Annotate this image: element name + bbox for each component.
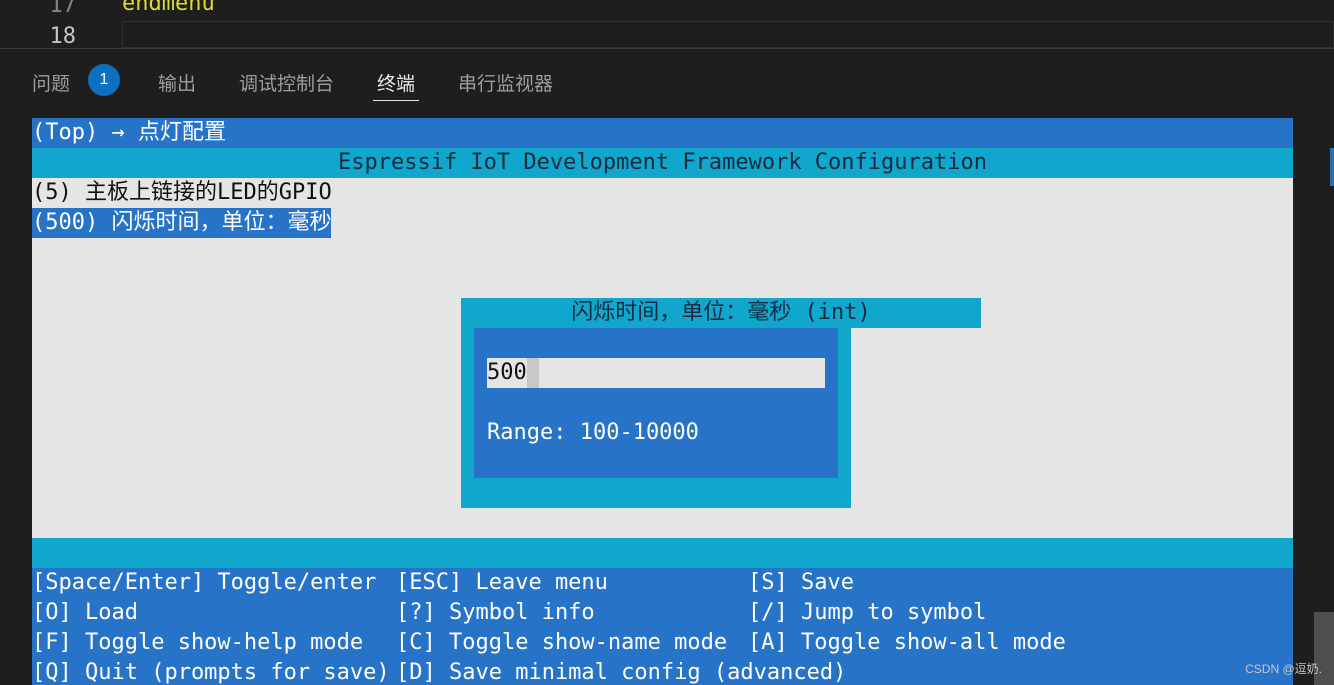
help-show-help: [F] Toggle show-help mode: [32, 630, 364, 655]
help-quit: [Q] Quit (prompts for save): [32, 660, 390, 685]
help-show-all: [A] Toggle show-all mode: [748, 630, 1066, 655]
help-space-enter: [Space/Enter] Toggle/enter: [32, 570, 377, 595]
line-number: 17: [49, 0, 77, 18]
terminal-view[interactable]: (Top) → 点灯配置 Espressif IoT Development F…: [32, 118, 1293, 685]
help-load: [O] Load: [32, 600, 138, 625]
dialog-title: 闪烁时间，单位：毫秒 (int): [571, 300, 871, 325]
help-save-minimal: [D] Save minimal config (advanced): [396, 660, 847, 685]
help-save: [S] Save: [748, 570, 854, 595]
tab-terminal[interactable]: 终端: [377, 69, 415, 96]
tab-problems[interactable]: 问题: [32, 69, 70, 96]
code-editor[interactable]: 17 endmenu 18: [0, 0, 1334, 50]
menu-item-blink-period[interactable]: (500) 闪烁时间，单位：毫秒: [32, 208, 332, 238]
code-line[interactable]: endmenu: [122, 0, 215, 16]
menu-title: Espressif IoT Development Framework Conf…: [32, 148, 1293, 178]
menu-item-gpio[interactable]: (5) 主板上链接的LED的GPIO: [32, 178, 332, 208]
help-esc: [ESC] Leave menu: [396, 570, 608, 595]
help-jump: [/] Jump to symbol: [748, 600, 987, 625]
panel-tabs: 问题 1 输出 调试控制台 终端 串行监视器: [0, 49, 1334, 109]
scroll-indicator: [1330, 148, 1334, 186]
help-symbol-info: [?] Symbol info: [396, 600, 595, 625]
dialog-body: [474, 328, 838, 478]
active-tab-indicator: [373, 100, 419, 101]
status-bar: [32, 538, 1293, 568]
text-cursor: [527, 358, 539, 388]
tab-debug-console[interactable]: 调试控制台: [239, 69, 334, 96]
help-show-name: [C] Toggle show-name mode: [396, 630, 728, 655]
tab-output[interactable]: 输出: [158, 69, 196, 96]
problems-count-badge: 1: [88, 64, 120, 96]
current-line-highlight: [122, 21, 1334, 48]
line-number: 18: [49, 24, 77, 49]
tab-serial-monitor[interactable]: 串行监视器: [458, 69, 553, 96]
range-hint: Range: 100-10000: [487, 420, 699, 445]
keybinding-help: [Space/Enter] Toggle/enter [O] Load [F] …: [32, 568, 1293, 685]
watermark: CSDN @逗奶.: [1245, 662, 1322, 676]
menu-breadcrumb: (Top) → 点灯配置: [32, 118, 1293, 148]
